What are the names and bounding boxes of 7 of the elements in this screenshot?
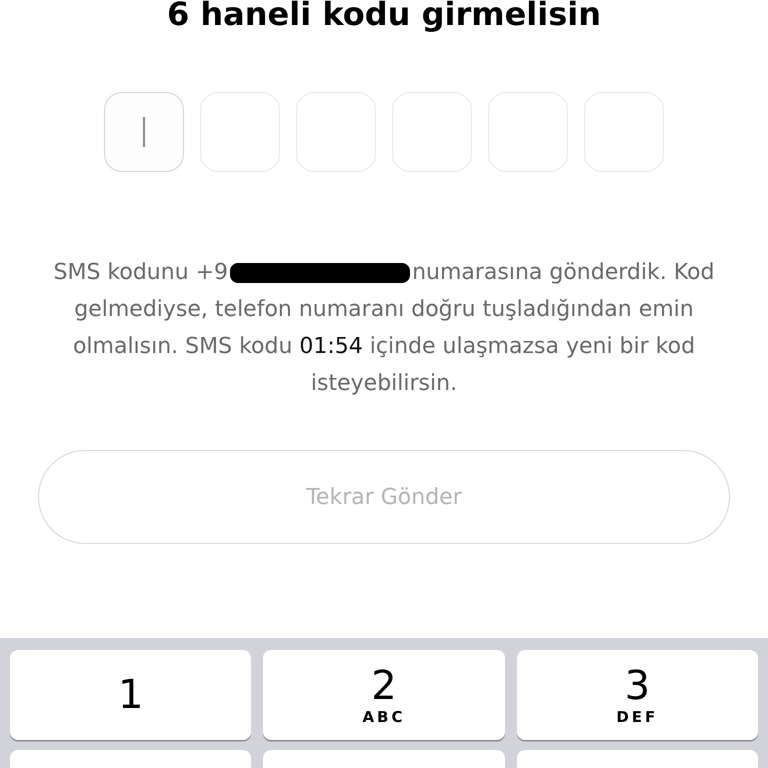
keypad-key[interactable]: 2 ABC: [263, 650, 505, 740]
sms-info-text: SMS kodunu +9 numarasına gönderdik. Kod gelmediyse, telefon numaranı doğru tuşladığından emin olmalısın. SMS kodu 01:54 içinde ulaşmazsa yeni bir kod isteyebilirsin.: [52, 259, 716, 398]
code-digit-field[interactable]: [104, 92, 184, 172]
screen-title: 6 haneli kodu girmelisin: [166, 0, 601, 32]
text-cursor: [143, 117, 145, 147]
keypad-key[interactable]: 3 DEF: [516, 650, 758, 740]
keypad-key[interactable]: 1: [10, 650, 252, 740]
